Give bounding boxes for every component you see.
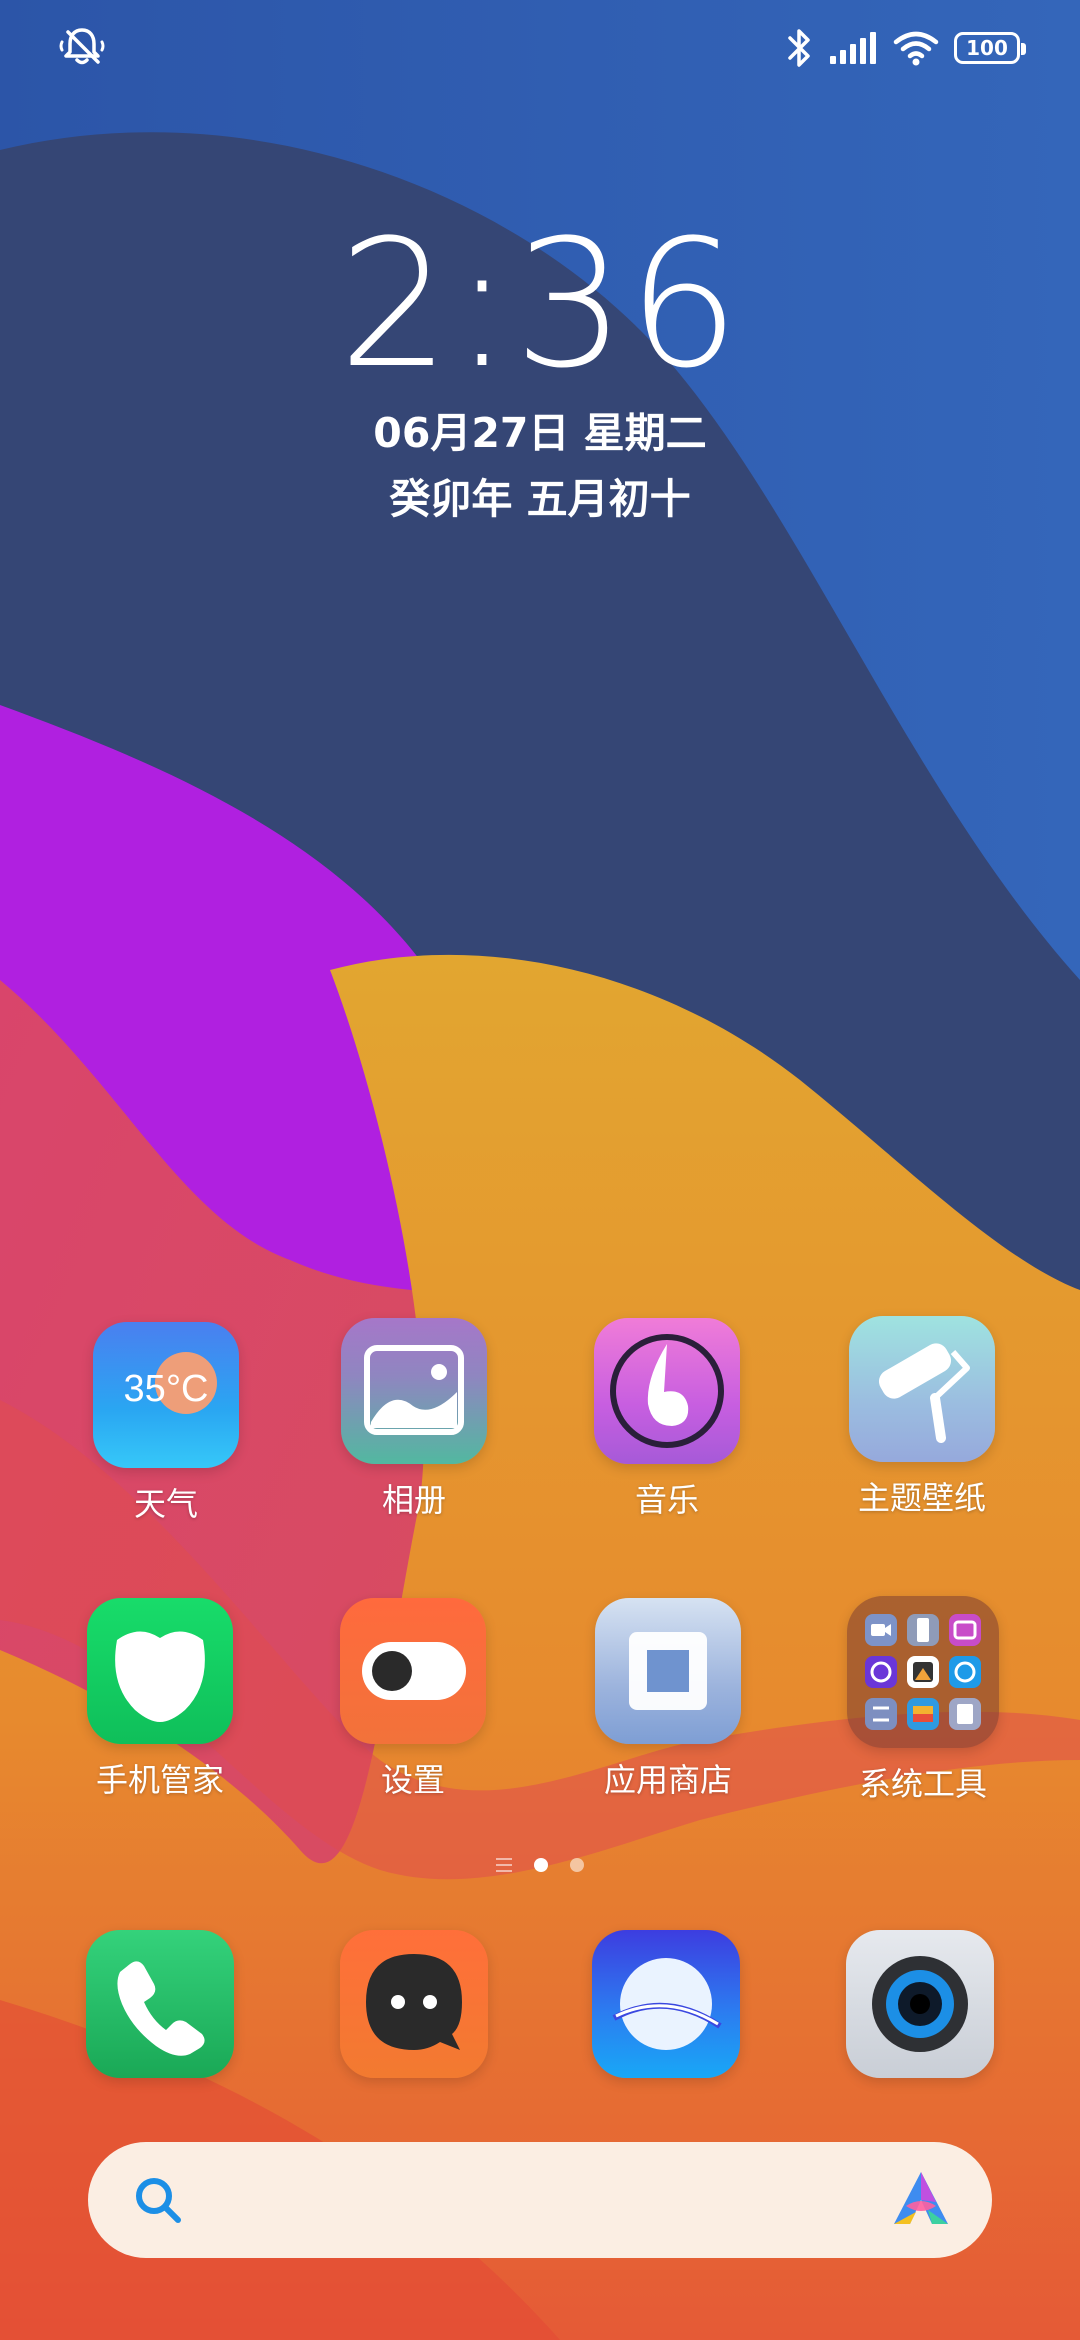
weather-temperature: 35°C [123, 1368, 209, 1410]
clock-time: 2:36 [338, 202, 742, 407]
clock-lunar-date: 癸卯年 五月初十 [389, 475, 691, 523]
browser-icon [612, 1958, 722, 2050]
app-label: 主题壁纸 [857, 1479, 986, 1517]
folder-mini-apps [865, 1614, 981, 1730]
square-frame-glyph [629, 1632, 707, 1710]
app-label: 音乐 [634, 1481, 699, 1519]
page-dot [570, 1858, 584, 1872]
app-store-icon [595, 1598, 741, 1744]
battery-level: 100 [966, 36, 1008, 60]
app-weather[interactable]: 35°C 天气 [66, 1322, 266, 1526]
clock-widget[interactable]: 2:36 06月27日 星期二 癸卯年 五月初十 [0, 210, 1080, 532]
dock-browser[interactable] [592, 1930, 740, 2078]
paint-roller-glyph [878, 1343, 970, 1443]
assistant-icon[interactable] [888, 2166, 954, 2232]
app-label: 设置 [380, 1761, 445, 1799]
toggle-glyph [362, 1642, 466, 1700]
app-label: 应用商店 [603, 1761, 732, 1799]
search-bar[interactable] [88, 2142, 992, 2258]
app-label: 天气 [133, 1485, 198, 1523]
page-indicator[interactable] [0, 1858, 1080, 1872]
clock-date: 06月27日 星期二 [373, 409, 707, 457]
battery-indicator: 100 [954, 32, 1026, 64]
status-bar: 100 [0, 0, 1080, 96]
app-label: 手机管家 [95, 1761, 224, 1799]
folder-icon [847, 1596, 999, 1748]
search-input[interactable] [208, 2172, 852, 2230]
feed-page-indicator [496, 1858, 512, 1872]
app-label: 系统工具 [858, 1765, 987, 1803]
app-theme-wallpaper[interactable]: 主题壁纸 [822, 1316, 1022, 1520]
app-gallery[interactable]: 相册 [314, 1318, 514, 1522]
page-dot-current [534, 1858, 548, 1872]
search-icon [136, 2178, 181, 2223]
gallery-icon [341, 1318, 487, 1464]
mute-notification-icon [58, 22, 106, 70]
theme-icon [849, 1316, 995, 1462]
signal-icon [830, 32, 876, 64]
folder-system-tools[interactable]: 系统工具 [823, 1596, 1023, 1806]
app-phone-manager[interactable]: 手机管家 [60, 1598, 260, 1802]
messages-icon [366, 1954, 462, 2050]
app-label: 相册 [381, 1481, 446, 1519]
dock-messages[interactable] [340, 1930, 488, 2078]
bluetooth-icon [788, 29, 810, 67]
app-settings[interactable]: 设置 [313, 1598, 513, 1802]
shield-heart-glyph [115, 1631, 205, 1722]
weather-icon: 35°C [93, 1322, 239, 1468]
music-six-glyph [610, 1334, 724, 1448]
phone-manager-icon [87, 1598, 233, 1744]
music-icon [594, 1318, 740, 1464]
phone-icon [117, 1961, 205, 2056]
dock-camera[interactable] [846, 1930, 994, 2078]
wifi-icon [893, 31, 939, 66]
image-frame-glyph [364, 1345, 464, 1435]
dock-phone[interactable] [86, 1930, 234, 2078]
camera-icon [872, 1956, 968, 2052]
app-music[interactable]: 音乐 [567, 1318, 767, 1522]
app-store[interactable]: 应用商店 [568, 1598, 768, 1802]
settings-toggle-icon [340, 1598, 486, 1744]
